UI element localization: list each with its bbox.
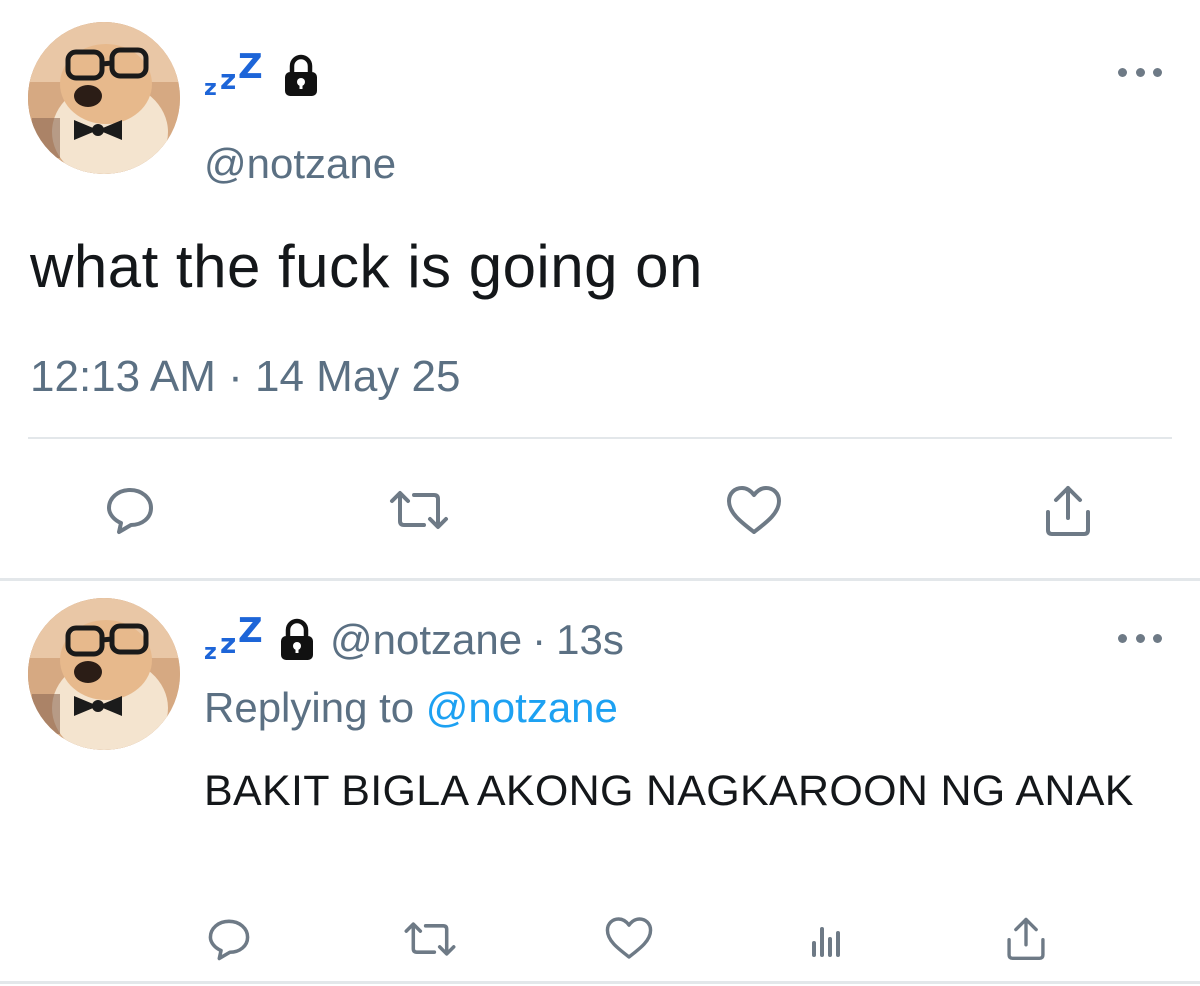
separator: ·	[532, 616, 547, 663]
divider	[0, 981, 1200, 984]
handle[interactable]: @notzane	[204, 140, 396, 188]
dog-avatar-image	[28, 22, 180, 174]
display-name[interactable]: z z Z	[204, 48, 320, 104]
tweet-age[interactable]: 13s	[556, 616, 624, 664]
lock-icon	[278, 618, 316, 662]
more-options-icon[interactable]	[1118, 60, 1162, 84]
replying-to: Replying to @notzane	[204, 684, 618, 732]
mention-link[interactable]: @notzane	[426, 684, 618, 731]
divider	[28, 437, 1172, 439]
retweet-icon[interactable]	[384, 482, 454, 538]
zzz-emoji[interactable]: z z Z	[204, 612, 264, 668]
tweet-text: BAKIT BIGLA AKONG NAGKAROON NG ANAK	[204, 767, 1134, 815]
dog-avatar-image	[28, 598, 180, 750]
share-icon[interactable]	[1040, 480, 1096, 540]
handle[interactable]: @notzane	[330, 616, 522, 664]
tweet-thread: z z Z @notzane what the fuck is going on…	[0, 0, 1200, 986]
retweet-icon[interactable]	[400, 916, 460, 962]
more-options-icon[interactable]	[1118, 626, 1162, 650]
reply-icon[interactable]	[204, 914, 254, 964]
reply-icon[interactable]	[100, 480, 160, 540]
timestamp[interactable]: 12:13 AM · 14 May 25	[30, 352, 460, 402]
reply-header: z z Z @notzane · 13s	[204, 612, 624, 668]
avatar[interactable]	[28, 22, 180, 174]
lock-icon	[282, 54, 320, 98]
avatar[interactable]	[28, 598, 180, 750]
zzz-emoji: z z Z	[204, 47, 263, 101]
like-icon[interactable]	[724, 482, 784, 538]
replying-prefix: Replying to	[204, 684, 415, 731]
analytics-icon[interactable]	[804, 914, 848, 962]
share-icon[interactable]	[1002, 912, 1050, 964]
divider	[0, 578, 1200, 581]
tweet-text: what the fuck is going on	[30, 233, 703, 300]
like-icon[interactable]	[603, 914, 655, 962]
